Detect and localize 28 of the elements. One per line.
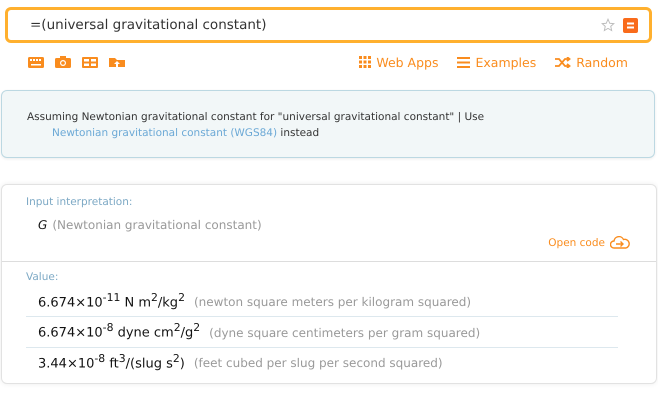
value-text: 6.674×10$^{-8}$ dyne cm$^{2}$/g$^{2}$ [38,321,200,341]
assumption-link[interactable]: Newtonian gravitational constant (WGS84) [52,127,278,139]
open-code-link[interactable]: Open code [548,236,630,249]
value-text: 6.674×10$^{-11}$ N m$^{2}$/kg$^{2}$ [38,291,185,310]
equals-icon[interactable] [623,18,638,32]
pod-title: Input interpretation: [26,196,134,208]
nav-link[interactable]: Examples [457,54,536,70]
table-icon[interactable] [82,56,98,68]
nav-link[interactable]: Web Apps [359,54,438,70]
folder-upload-icon[interactable] [109,56,125,68]
interpretation-text: (Newtonian gravitational constant) [52,218,262,232]
symbol: G [38,218,48,232]
camera-icon[interactable] [55,56,71,68]
cloud-icon [610,236,630,249]
unit-description: (newton square meters per kilogram squared) [194,295,472,310]
keyboard-icon[interactable] [28,56,44,68]
grid-icon [359,56,372,68]
search-field[interactable]: =(universal gravitational constant) [5,7,652,43]
unit-description: (feet cubed per slug per second squared) [194,356,443,370]
value-text: 3.44×10$^{-8}$ ft$^{3}$/(slug s$^{2}$) [38,352,185,371]
menu-icon [457,56,470,68]
unit-description: (dyne square centimeters per gram squared) [209,326,480,340]
nav-link[interactable]: Random [555,54,628,70]
assumption-text: Assuming Newtonian gravitational constant for "universal gravitational constant" | Use Newtonian gravitational constant (WGS84) instead [27,110,486,141]
shuffle-icon [555,56,572,68]
pod-title: Value: [26,271,60,283]
star-icon[interactable] [601,18,615,32]
search-query: =(universal gravitational constant) [30,17,268,33]
